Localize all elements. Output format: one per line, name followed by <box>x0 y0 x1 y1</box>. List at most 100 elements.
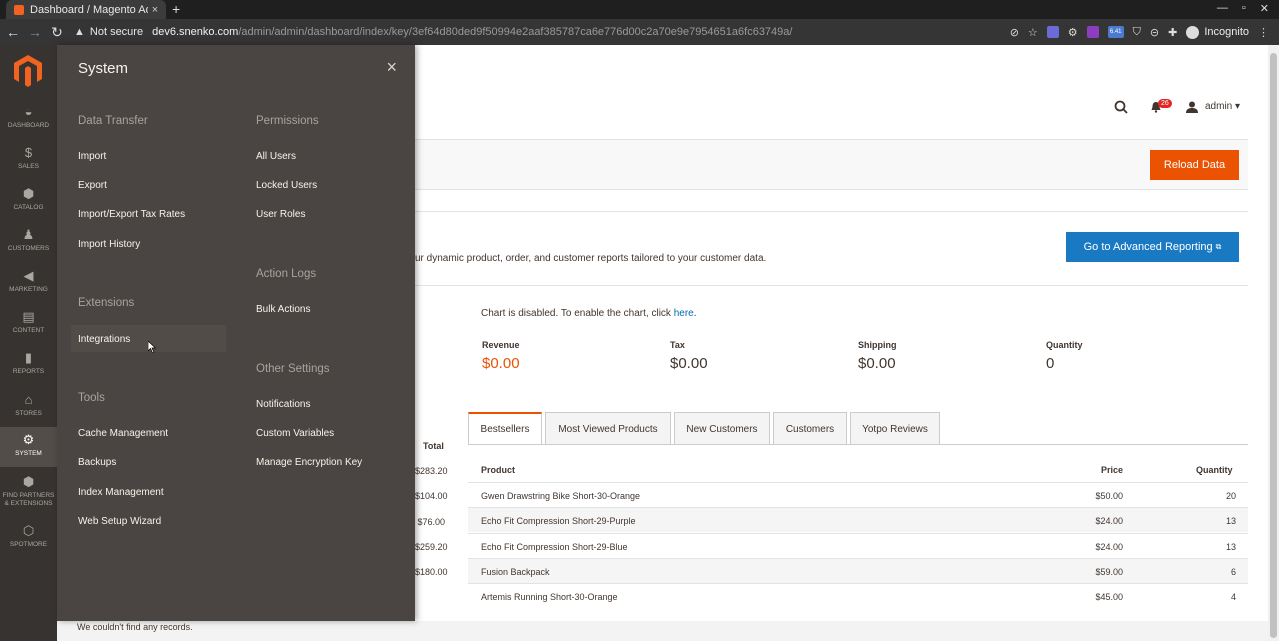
tab-close-icon[interactable]: × <box>148 4 162 16</box>
stat-label: Revenue <box>482 340 520 350</box>
incognito-icon <box>1186 25 1200 39</box>
link-integrations[interactable]: Integrations <box>78 334 130 345</box>
link-import-history[interactable]: Import History <box>78 239 140 250</box>
menu-item-dashboard[interactable]: ◒ DASHBOARD <box>0 104 57 144</box>
link-import-export-tax-rates[interactable]: Import/Export Tax Rates <box>78 209 185 220</box>
orders-total-header: Total <box>423 441 444 451</box>
puzzle-icon[interactable]: ✚ <box>1168 26 1177 39</box>
menu-item-system[interactable]: ⚙ SYSTEM <box>0 427 57 467</box>
link-user-roles[interactable]: User Roles <box>256 209 305 220</box>
chart-disabled-period: . <box>693 308 697 319</box>
link-bulk-actions[interactable]: Bulk Actions <box>256 304 310 315</box>
product-name: Fusion Backpack <box>481 567 550 577</box>
tab-bestsellers[interactable]: Bestsellers <box>468 412 542 445</box>
menu-item-spotmore[interactable]: ⬡ SPOTMORE <box>0 523 57 563</box>
product-price: $24.00 <box>1095 542 1123 552</box>
user-menu[interactable]: admin ▾ <box>1205 101 1240 112</box>
stat-value: $0.00 <box>482 355 520 372</box>
star-icon[interactable]: ☆ <box>1028 26 1038 39</box>
new-tab-button[interactable]: + <box>172 1 180 17</box>
shield-icon[interactable]: ⛉ <box>1133 26 1141 39</box>
link-all-users[interactable]: All Users <box>256 151 296 162</box>
block-icon[interactable]: ⊝ <box>1150 26 1159 39</box>
menu-label: SYSTEM <box>15 450 42 457</box>
forward-icon[interactable]: → <box>24 24 46 41</box>
tab-yotpo-reviews[interactable]: Yotpo Reviews <box>850 412 940 445</box>
notifications-badge[interactable]: 26 <box>1158 99 1172 108</box>
menu-label: MARKETING <box>9 286 48 293</box>
user-icon[interactable] <box>1186 101 1198 113</box>
reload-icon[interactable]: ↻ <box>46 24 68 41</box>
stat-value: 0 <box>1046 355 1055 372</box>
link-import[interactable]: Import <box>78 151 106 162</box>
stat-label: Shipping <box>858 340 897 350</box>
link-backups[interactable]: Backups <box>78 457 116 468</box>
product-price: $24.00 <box>1095 516 1123 526</box>
extensions-row: ⊘ ☆ ⚙ 6.41 ⛉ ⊝ ✚ Incognito ⋮ <box>1010 19 1269 45</box>
stat-value: $0.00 <box>670 355 708 372</box>
browser-tab[interactable]: Dashboard / Magento Ad × <box>6 0 166 19</box>
table-row[interactable]: Echo Fit Compression Short-29-Purple $24… <box>468 507 1248 532</box>
tab-customers[interactable]: Customers <box>773 412 847 445</box>
menu-item-customers[interactable]: ♟ CUSTOMERS <box>0 227 57 267</box>
table-row[interactable]: Fusion Backpack $59.00 6 <box>468 558 1248 583</box>
link-custom-variables[interactable]: Custom Variables <box>256 428 334 439</box>
menu-label: REPORTS <box>12 368 45 375</box>
link-locked-users[interactable]: Locked Users <box>256 180 317 191</box>
product-price: $59.00 <box>1095 567 1123 577</box>
advanced-reporting-button[interactable]: Go to Advanced Reporting ⧉ <box>1066 232 1239 262</box>
menu-label: STORES <box>15 410 42 417</box>
minimize-icon[interactable]: — <box>1217 2 1228 15</box>
search-icon[interactable] <box>1114 100 1128 114</box>
link-export[interactable]: Export <box>78 180 107 191</box>
tab-most-viewed-products[interactable]: Most Viewed Products <box>545 412 671 445</box>
menu-item-reports[interactable]: ▮ REPORTS <box>0 350 57 390</box>
page-scrollbar[interactable] <box>1268 45 1279 641</box>
settings-extension-icon[interactable]: ⚙ <box>1068 26 1078 39</box>
link-manage-encryption-key[interactable]: Manage Encryption Key <box>256 457 362 468</box>
tab-new-customers[interactable]: New Customers <box>674 412 770 445</box>
product-quantity: 20 <box>1225 491 1236 501</box>
window-close-icon[interactable]: ✕ <box>1260 2 1269 15</box>
menu-item-content[interactable]: ▤ CONTENT <box>0 309 57 349</box>
menu-item-find-partners[interactable]: ⬢ FIND PARTNERS & EXTENSIONS <box>0 474 57 516</box>
menu-item-catalog[interactable]: ⬢ CATALOG <box>0 186 57 226</box>
link-web-setup-wizard[interactable]: Web Setup Wizard <box>78 516 161 527</box>
scrollbar-thumb[interactable] <box>1270 53 1277 638</box>
person-icon: ♟ <box>22 227 35 242</box>
flyout-close-icon[interactable]: × <box>386 58 397 76</box>
product-name: Echo Fit Compression Short-29-Blue <box>481 542 628 552</box>
box-icon: ⬢ <box>22 474 35 489</box>
menu-item-sales[interactable]: $ SALES <box>0 145 57 185</box>
enable-chart-link[interactable]: here <box>674 308 694 319</box>
browser-menu-icon[interactable]: ⋮ <box>1258 26 1269 39</box>
product-quantity: 4 <box>1230 592 1236 602</box>
eye-off-icon[interactable]: ⊘ <box>1010 26 1019 39</box>
hexagon-icon: ⬡ <box>22 523 35 538</box>
menu-item-marketing[interactable]: ◀ MARKETING <box>0 268 57 308</box>
url-path: /admin/admin/dashboard/index/key/3ef64d8… <box>238 26 793 38</box>
bar-chart-icon: ▮ <box>24 350 33 365</box>
speed-extension-icon[interactable]: 6.41 <box>1107 26 1124 38</box>
translate-extension-icon[interactable] <box>1046 26 1059 38</box>
incognito-indicator[interactable]: Incognito <box>1186 25 1249 39</box>
menu-label: CATALOG <box>13 204 44 211</box>
link-index-management[interactable]: Index Management <box>78 487 164 498</box>
magento-logo-icon[interactable] <box>14 55 42 87</box>
table-row[interactable]: Echo Fit Compression Short-29-Blue $24.0… <box>468 533 1248 558</box>
flyout-title: System <box>78 60 129 77</box>
wand-extension-icon[interactable] <box>1086 26 1099 38</box>
menu-label: CONTENT <box>12 327 45 334</box>
table-row[interactable]: Artemis Running Short-30-Orange $45.00 4 <box>468 583 1248 608</box>
section-tools: Tools <box>78 392 105 404</box>
link-cache-management[interactable]: Cache Management <box>78 428 168 439</box>
table-row[interactable]: Gwen Drawstring Bike Short-30-Orange $50… <box>468 482 1248 507</box>
maximize-icon[interactable]: ▫ <box>1242 2 1246 15</box>
megaphone-icon: ◀ <box>23 268 34 283</box>
stat-value: $0.00 <box>858 355 896 372</box>
back-icon[interactable]: ← <box>2 24 24 41</box>
link-notifications[interactable]: Notifications <box>256 399 310 410</box>
reload-data-button[interactable]: Reload Data <box>1150 150 1239 180</box>
orders-total-value: $180.00 <box>415 567 448 577</box>
menu-item-stores[interactable]: ⌂ STORES <box>0 392 57 432</box>
